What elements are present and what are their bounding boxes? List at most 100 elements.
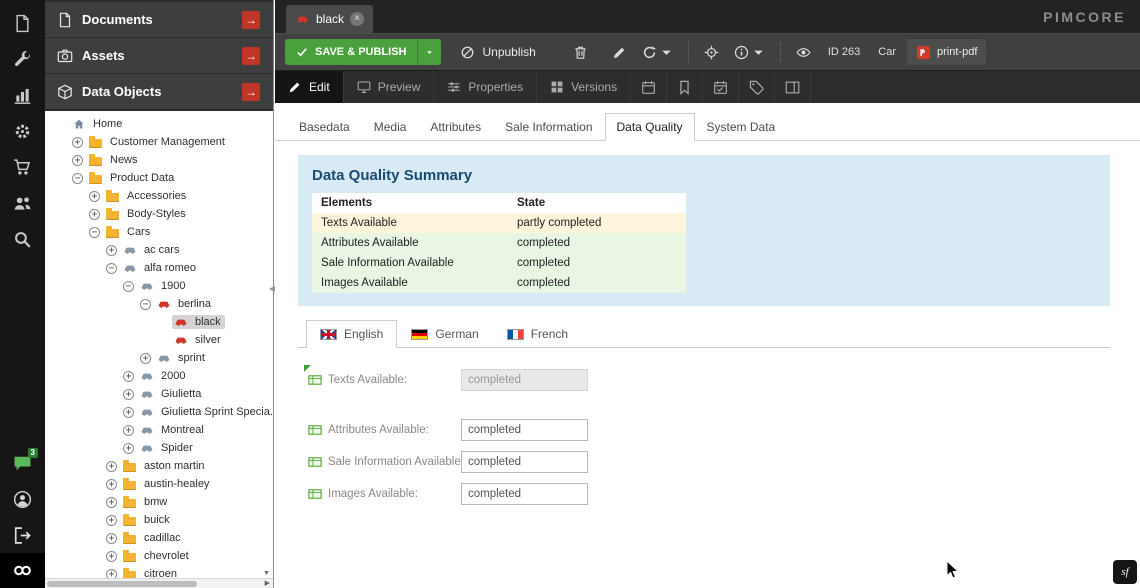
tree-item-black[interactable]: black [45,313,273,331]
reload-button[interactable] [637,39,679,65]
accordion-assets[interactable]: Assets→ [45,38,273,73]
subtab-bookmark-button[interactable] [667,71,703,103]
tree-expander-plus-icon[interactable]: + [89,209,100,220]
rail-chat-button[interactable]: 3 [0,445,45,481]
field-input-sale-information-available[interactable] [461,451,588,473]
symfony-toolbar-badge[interactable]: sf [1113,560,1137,584]
tree-item-customer-management[interactable]: +Customer Management [45,133,273,151]
scroll-down-arrow-icon[interactable]: ▼ [263,570,270,577]
subtab-preview[interactable]: Preview [344,71,435,103]
rail-search-button[interactable] [0,221,45,257]
rail-users-button[interactable] [0,185,45,221]
tree-expander-plus-icon[interactable]: + [140,353,151,364]
accordion-data-objects[interactable]: Data Objects→ [45,74,273,109]
language-tab-english[interactable]: English [306,320,397,348]
tree-expander-plus-icon[interactable]: + [72,137,83,148]
tree-item-citroen[interactable]: +citroen [45,565,273,578]
tree-expander-plus-icon[interactable]: + [106,533,117,544]
tree-item-buick[interactable]: +buick [45,511,273,529]
scrollbar-thumb[interactable] [47,581,197,587]
subtab-schedule-button[interactable] [631,71,667,103]
content-tab-data-quality[interactable]: Data Quality [605,113,695,141]
tree-item-sprint[interactable]: +sprint [45,349,273,367]
tree-expander-plus-icon[interactable]: + [106,551,117,562]
expand-arrow-icon[interactable]: → [242,11,260,29]
content-tab-sale-information[interactable]: Sale Information [493,113,604,141]
subtab-layout-button[interactable] [775,71,811,103]
tree-expander-minus-icon[interactable]: − [89,227,100,238]
tree-item-accessories[interactable]: +Accessories [45,187,273,205]
subtab-versions[interactable]: Versions [537,71,631,103]
tree-item-spider[interactable]: +Spider [45,439,273,457]
expand-arrow-icon[interactable]: → [242,83,260,101]
rail-user-button[interactable] [0,481,45,517]
field-input-attributes-available[interactable] [461,419,588,441]
rail-tools-button[interactable] [0,41,45,77]
language-tab-french[interactable]: French [493,320,582,348]
tree-expander-plus-icon[interactable]: + [106,245,117,256]
tree-horizontal-scrollbar[interactable]: ▶ [45,578,273,588]
accordion-documents[interactable]: Documents→ [45,2,273,37]
scroll-right-arrow-icon[interactable]: ▶ [265,579,270,588]
delete-button[interactable] [567,39,594,65]
content-tab-basedata[interactable]: Basedata [287,113,362,141]
tree-expander-plus-icon[interactable]: + [106,497,117,508]
rail-chart-button[interactable] [0,77,45,113]
rail-logout-button[interactable] [0,517,45,553]
info-button[interactable] [729,39,771,65]
locate-in-tree-button[interactable] [698,39,725,65]
tree-expander-plus-icon[interactable]: + [123,407,134,418]
tree-item-montreal[interactable]: +Montreal [45,421,273,439]
subtab-edit[interactable]: Edit [275,71,344,103]
tree-expander-plus-icon[interactable]: + [123,425,134,436]
tree-item-austin-healey[interactable]: +austin-healey [45,475,273,493]
rail-pimcore-button[interactable] [0,553,45,588]
content-tab-system-data[interactable]: System Data [695,113,788,141]
tree-item-cars[interactable]: −Cars [45,223,273,241]
tree-item-berlina[interactable]: −berlina [45,295,273,313]
tree-item-silver[interactable]: silver [45,331,273,349]
tree-expander-minus-icon[interactable]: − [123,281,134,292]
language-tab-german[interactable]: German [397,320,492,348]
tree-item-cadillac[interactable]: +cadillac [45,529,273,547]
tree-expander-plus-icon[interactable]: + [123,371,134,382]
tree-item-1900[interactable]: −1900 [45,277,273,295]
content-tab-media[interactable]: Media [362,113,419,141]
field-input-images-available[interactable] [461,483,588,505]
tree-item-chevrolet[interactable]: +chevrolet [45,547,273,565]
tree-item-body-styles[interactable]: +Body-Styles [45,205,273,223]
tree-item-giulietta-sprint-specia[interactable]: +Giulietta Sprint Specia... [45,403,273,421]
tree-expander-plus-icon[interactable]: + [72,155,83,166]
tree-expander-plus-icon[interactable]: + [106,479,117,490]
rail-file-button[interactable] [0,5,45,41]
tree-item-alfa-romeo[interactable]: −alfa romeo [45,259,273,277]
tree-expander-plus-icon[interactable]: + [106,461,117,472]
tree-item-ac-cars[interactable]: +ac cars [45,241,273,259]
print-pdf-button[interactable]: print-pdf [907,39,986,65]
tree-expander-minus-icon[interactable]: − [106,263,117,274]
tree-item-news[interactable]: +News [45,151,273,169]
rail-gear-button[interactable] [0,113,45,149]
subtab-tag-button[interactable] [739,71,775,103]
expand-arrow-icon[interactable]: → [242,47,260,65]
rename-button[interactable] [606,39,633,65]
rail-cart-button[interactable] [0,149,45,185]
open-preview-button[interactable] [790,39,817,65]
field-input-texts-available[interactable] [461,369,588,391]
save-options-caret[interactable] [417,39,441,65]
tree-expander-minus-icon[interactable]: − [140,299,151,310]
tree-expander-plus-icon[interactable]: + [106,515,117,526]
sidebar-collapse-handle[interactable]: ◀ [269,284,275,293]
tree-expander-plus-icon[interactable]: + [123,389,134,400]
tree-item-giulietta[interactable]: +Giulietta [45,385,273,403]
tree-expander-plus-icon[interactable]: + [123,443,134,454]
subtab-calendar-button[interactable] [703,71,739,103]
tree-item-product-data[interactable]: −Product Data [45,169,273,187]
tree-item-home[interactable]: Home [45,115,273,133]
tab-close-icon[interactable]: × [350,12,364,26]
tree-item-2000[interactable]: +2000 [45,367,273,385]
tree-item-aston-martin[interactable]: +aston martin [45,457,273,475]
tree-expander-plus-icon[interactable]: + [89,191,100,202]
subtab-properties[interactable]: Properties [434,71,537,103]
tree-expander-plus-icon[interactable]: + [106,569,117,579]
